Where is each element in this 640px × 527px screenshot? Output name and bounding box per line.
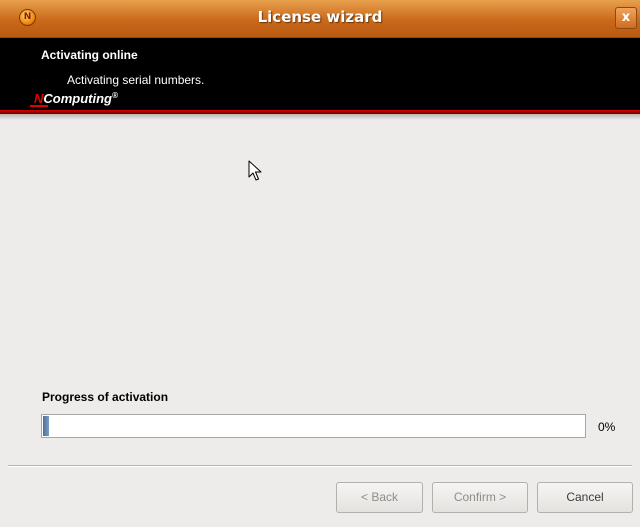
ncomputing-logo: NComputing®: [34, 91, 118, 106]
logo-prefix: N: [34, 91, 44, 106]
progress-fill: [43, 416, 49, 436]
wizard-header: Activating online Activating serial numb…: [0, 38, 640, 110]
window-title: License wizard: [257, 8, 383, 26]
header-shadow: [0, 114, 640, 120]
cancel-button[interactable]: Cancel: [537, 482, 633, 513]
progress-percent: 0%: [598, 420, 616, 434]
progress-label: Progress of activation: [42, 390, 169, 404]
mouse-pointer-icon: [248, 160, 262, 181]
page-title: Activating online: [41, 48, 138, 62]
back-button[interactable]: < Back: [336, 482, 423, 513]
confirm-button[interactable]: Confirm >: [432, 482, 528, 513]
page-subtitle: Activating serial numbers.: [67, 73, 205, 87]
logo-registered-mark: ®: [111, 91, 118, 100]
logo-name: Computing: [43, 91, 112, 106]
title-bar[interactable]: N License wizard x: [0, 0, 640, 38]
button-separator: [8, 465, 632, 467]
activation-progress-bar: [41, 414, 586, 438]
license-wizard-window: N License wizard x Activating online Act…: [0, 0, 640, 527]
close-button[interactable]: x: [615, 7, 637, 29]
